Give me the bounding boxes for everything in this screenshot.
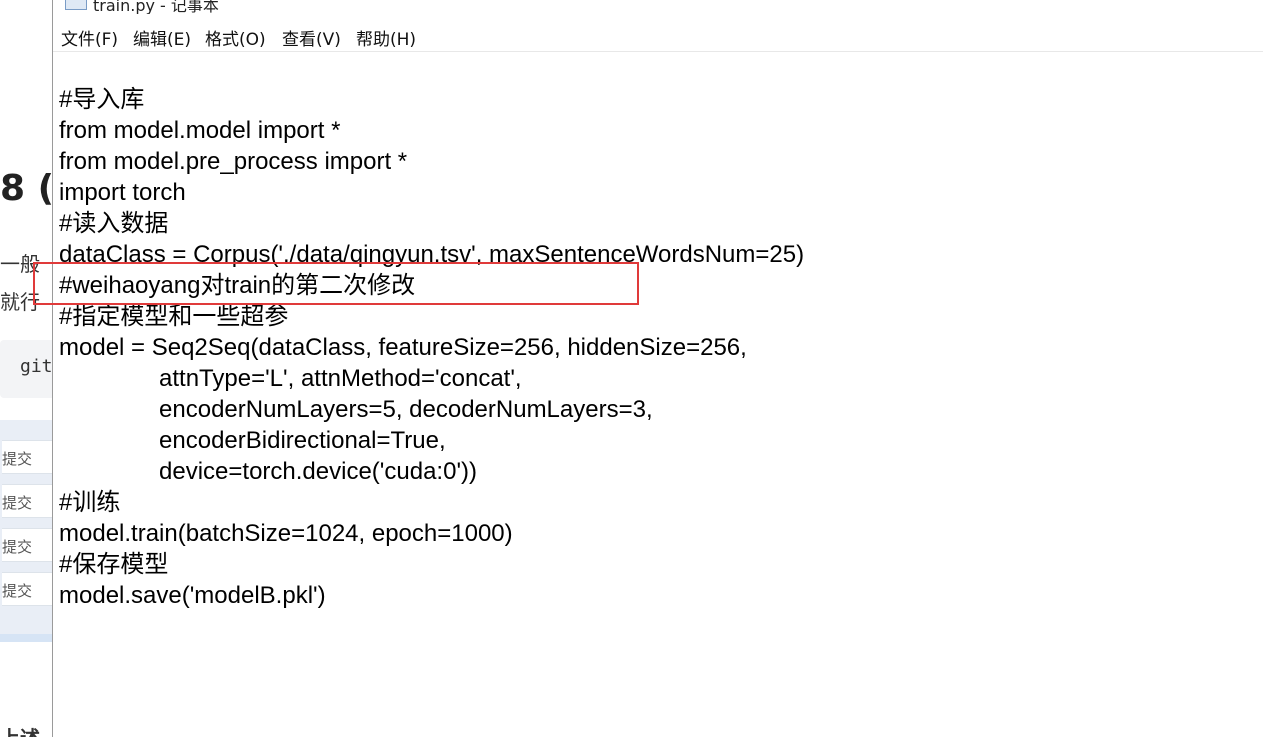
code-line: #训练 (59, 489, 121, 516)
code-line: #读入数据 (59, 210, 169, 237)
code-line: #保存模型 (59, 551, 169, 578)
background-heading: 8 ( (0, 168, 55, 209)
background-text: 就行 (0, 290, 40, 314)
menu-file[interactable]: 文件(F) (61, 25, 118, 50)
code-line: encoderBidirectional=True, (59, 427, 446, 454)
background-screenshot: 提交 提交 提交 提交 (0, 420, 56, 642)
code-line: model.save('modelB.pkl') (59, 582, 326, 609)
notepad-window: train.py - 记事本 文件(F) 编辑(E) 格式(O) 查看(V) 帮… (52, 0, 1263, 737)
menu-help[interactable]: 帮助(H) (356, 25, 416, 50)
code-line: #指定模型和一些超参 (59, 303, 289, 330)
menu-edit[interactable]: 编辑(E) (133, 25, 191, 50)
background-commit-label: 提交 (2, 484, 56, 518)
menu-format[interactable]: 格式(O) (205, 25, 266, 50)
code-line: attnType='L', attnMethod='concat', (59, 365, 522, 392)
notepad-icon (65, 0, 87, 10)
background-text: 一般 (0, 252, 40, 276)
title-bar[interactable]: train.py - 记事本 (53, 0, 1263, 14)
menu-bar: 文件(F) 编辑(E) 格式(O) 查看(V) 帮助(H) (53, 22, 1263, 52)
menu-view[interactable]: 查看(V) (282, 25, 341, 50)
background-commit-label: 提交 (2, 572, 56, 606)
window-title: train.py - 记事本 (93, 0, 219, 14)
background-commit-label: 提交 (2, 440, 56, 474)
background-commit-label: 提交 (2, 528, 56, 562)
code-line: from model.model import * (59, 117, 341, 144)
code-line: model.train(batchSize=1024, epoch=1000) (59, 520, 513, 547)
code-line: #weihaoyang对train的第二次修改 (59, 272, 416, 299)
code-line: encoderNumLayers=5, decoderNumLayers=3, (59, 396, 653, 423)
background-webpage: 8 ( 一般 就行 git 提交 提交 提交 提交 上述 (0, 0, 56, 737)
background-text: 上述 (0, 722, 40, 737)
code-line: #导入库 (59, 86, 145, 113)
code-line: import torch (59, 179, 186, 206)
code-line: model = Seq2Seq(dataClass, featureSize=2… (59, 334, 747, 361)
code-line: device=torch.device('cuda:0')) (59, 458, 478, 485)
background-code-text: git (20, 356, 53, 377)
code-line: dataClass = Corpus('./data/qingyun.tsv',… (59, 241, 805, 268)
code-line: from model.pre_process import * (59, 148, 408, 175)
